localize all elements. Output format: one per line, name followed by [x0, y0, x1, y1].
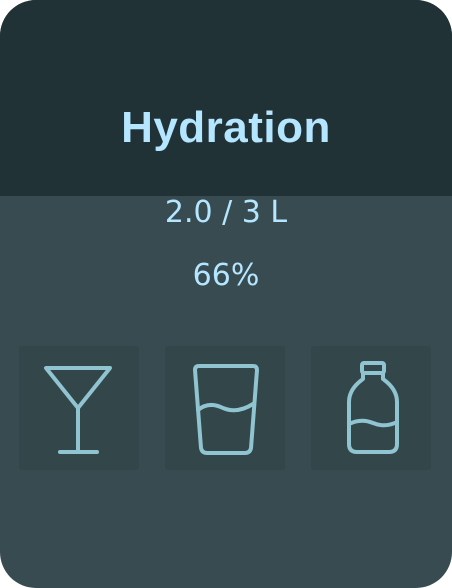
intake-amount: 2.0 / 3 L: [164, 195, 288, 230]
add-water-glass-button[interactable]: [165, 346, 285, 470]
milk-bottle-icon: [347, 361, 399, 454]
intake-percent: 66%: [192, 258, 260, 293]
water-glass-icon: [193, 364, 259, 455]
card-header: Hydration: [0, 0, 452, 196]
add-bottle-button[interactable]: [311, 346, 431, 470]
add-cocktail-button[interactable]: [19, 346, 139, 470]
card-title: Hydration: [121, 103, 331, 152]
hydration-card: Hydration 2.0 / 3 L 66%: [0, 0, 452, 588]
cocktail-glass-icon: [44, 366, 112, 454]
